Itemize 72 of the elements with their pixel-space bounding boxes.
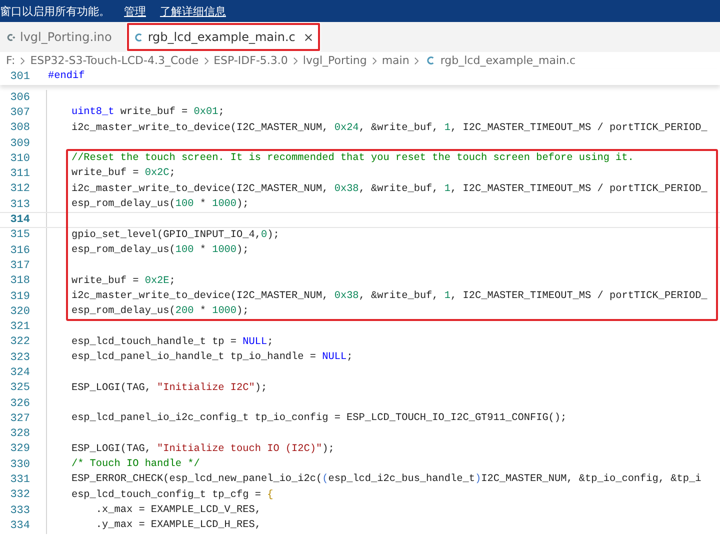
line-number: 320 — [9, 306, 30, 318]
line-number: 332 — [9, 489, 30, 502]
code-line: ESP_LOGI(TAG, "Initialize touch IO (I2C)"); — [70, 442, 334, 457]
line-number: 334 — [9, 520, 30, 532]
breadcrumb-item[interactable]: main — [382, 54, 410, 67]
line-number: 301 — [9, 71, 30, 83]
code-line: #endif — [48, 70, 85, 84]
code-line: //Reset the touch screen. It is recommended that you reset the touch screen before using it. — [70, 152, 634, 166]
code-line: esp_rom_delay_us(100 * 1000); — [70, 244, 249, 258]
chevron-right-icon — [204, 56, 209, 64]
line-number: 327 — [9, 412, 30, 425]
line-number: 316 — [9, 244, 30, 257]
notice-message: 窗口以启用所有功能。 — [0, 4, 110, 18]
breadcrumb-item[interactable]: ESP-IDF-5.3.0 — [214, 54, 288, 67]
code-line: esp_lcd_panel_io_handle_t tp_io_handle = NULL; — [70, 350, 353, 366]
notice-link[interactable]: 了解详细信息 — [160, 4, 226, 18]
breadcrumb-item[interactable]: F: — [6, 54, 16, 67]
code-line: esp_lcd_panel_io_i2c_config_t tp_io_config = ESP_LCD_TOUCH_IO_I2C_GT911_CONFIG(); — [70, 412, 567, 426]
code-line: i2c_master_write_to_device(I2C_MASTER_NUM, 0x24, &write_buf, 1, I2C_MASTER_TIMEOUT_MS / portTICK_PERIOD_ — [70, 122, 708, 136]
breadcrumb-item[interactable]: rgb_lcd_example_main.c — [440, 54, 576, 67]
line-number: 318 — [9, 275, 30, 288]
chevron-right-icon — [414, 56, 420, 64]
line-number: 312 — [9, 183, 30, 196]
chevron-right-icon — [20, 56, 26, 64]
code-line: esp_rom_delay_us(100 * 1000); — [70, 198, 249, 212]
line-number: 328 — [9, 428, 30, 440]
code-line: i2c_master_write_to_device(I2C_MASTER_NUM, 0x38, &write_buf, 1, I2C_MASTER_TIMEOUT_MS / portTICK_PERIOD_ — [70, 290, 708, 304]
line-number: 306 — [9, 92, 30, 104]
line-number: 314 — [9, 214, 30, 226]
code-line: write_buf = 0x2E; — [70, 274, 176, 289]
code-line: write_buf = 0x2C; — [70, 166, 176, 182]
code-line: esp_lcd_touch_config_t tp_cfg = { — [70, 488, 274, 503]
breadcrumb-item[interactable]: lvgl_Porting — [302, 54, 367, 67]
line-number: 329 — [9, 443, 30, 456]
line-number: 315 — [9, 229, 30, 242]
chevron-right-icon — [292, 56, 298, 64]
editor-tab[interactable]: rgb_lcd_example_main.c — [126, 22, 322, 52]
code-line: esp_rom_delay_us(200 * 1000); — [70, 304, 249, 320]
breadcrumb-item[interactable]: ESP32-S3-Touch-LCD-4.3_Code — [30, 54, 199, 67]
line-number: 307 — [9, 106, 30, 119]
editor-tab[interactable]: lvgl_Porting.ino — [0, 22, 126, 52]
line-number: 323 — [9, 352, 30, 364]
code-line: /* Touch IO handle */ — [70, 458, 200, 472]
line-number: 311 — [9, 168, 30, 180]
code-line: gpio_set_level(GPIO_INPUT_IO_4,0); — [70, 228, 280, 243]
line-number: 322 — [9, 336, 30, 348]
close-icon[interactable] — [304, 32, 314, 42]
code-line: .x_max = EXAMPLE_LCD_V_RES, — [94, 504, 261, 518]
code-line: .y_max = EXAMPLE_LCD_H_RES, — [94, 519, 261, 534]
line-number: 319 — [9, 290, 30, 302]
chevron-right-icon — [372, 56, 377, 64]
code-line: ESP_ERROR_CHECK(esp_lcd_new_panel_io_i2c((esp_lcd_i2c_bus_handle_t)I2C_MASTER_NUM, &tp_io_config, &tp_i — [70, 472, 702, 488]
code-line: ESP_LOGI(TAG, "Initialize I2C"); — [70, 382, 268, 396]
c-file-icon — [134, 32, 143, 42]
notice-link[interactable]: 管理 — [124, 4, 146, 18]
line-number: 309 — [9, 138, 30, 150]
code-line: uint8_t write_buf = 0x01; — [70, 106, 224, 120]
c-file-icon — [426, 55, 436, 66]
line-number: 326 — [9, 398, 30, 410]
line-number: 321 — [9, 321, 30, 334]
line-number: 324 — [9, 366, 30, 379]
line-number: 325 — [9, 382, 30, 394]
line-number: 310 — [9, 152, 30, 165]
line-number: 313 — [9, 198, 30, 211]
line-number: 331 — [9, 474, 30, 486]
file-type-icon — [6, 32, 15, 42]
code-line: i2c_master_write_to_device(I2C_MASTER_NUM, 0x38, &write_buf, 1, I2C_MASTER_TIMEOUT_MS / portTICK_PERIOD_ — [70, 182, 708, 197]
line-number: 317 — [9, 260, 30, 272]
line-number: 333 — [9, 504, 30, 517]
line-number: 330 — [9, 458, 30, 471]
line-number: 308 — [9, 122, 30, 134]
code-line: esp_lcd_touch_handle_t tp = NULL; — [70, 336, 274, 350]
